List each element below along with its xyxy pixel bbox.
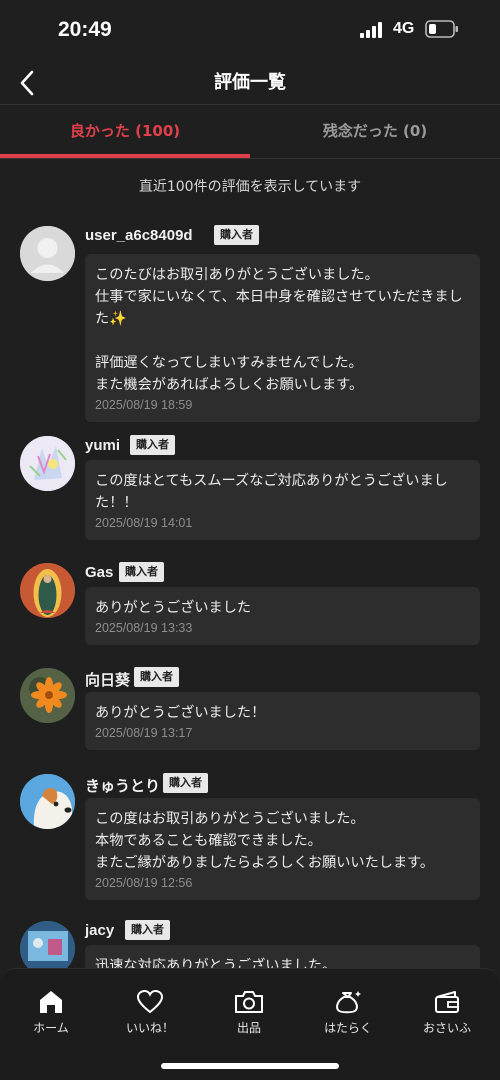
review-bubble: この度はとてもスムーズなご対応ありがとうございました！！ 2025/08/19 … — [85, 460, 480, 540]
status-bar: 20:49 4G — [0, 0, 500, 60]
nav-label: ホーム — [33, 1021, 69, 1035]
review-text: この度はお取引ありがとうございました。 本物であることも確認できました。 またご… — [95, 811, 435, 871]
avatar[interactable] — [20, 774, 75, 829]
nav-label: いいね！ — [125, 1021, 174, 1035]
reviewer-name[interactable]: きゅうとり — [85, 775, 160, 796]
review-bubble: ありがとうございました！ 2025/08/19 13:17 — [85, 692, 480, 750]
tab-bad[interactable]: 残念だった (0) — [250, 105, 500, 158]
default-avatar-icon — [20, 226, 75, 281]
network-type: 4G — [393, 20, 415, 37]
review-date: 2025/08/19 18:59 — [95, 398, 193, 412]
nav-item-wallet[interactable]: おさいふ — [397, 989, 497, 1036]
review-text: ありがとうございました — [95, 600, 252, 616]
notice-text: 直近100件の評価を表示しています — [138, 179, 362, 195]
review-text: この度はとてもスムーズなご対応ありがとうございました！！ — [95, 473, 448, 511]
nav-item-work[interactable]: はたらく — [298, 989, 398, 1036]
user-photo-icon — [20, 774, 75, 829]
avatar[interactable] — [20, 563, 75, 618]
heart-icon — [136, 989, 164, 1014]
avatar[interactable] — [20, 436, 75, 491]
review-bubble: このたびはお取引ありがとうございました。 仕事で家にいなくて、本日中身を確認させ… — [85, 254, 480, 422]
review-text: このたびはお取引ありがとうございました。 仕事で家にいなくて、本日中身を確認させ… — [95, 267, 463, 393]
reviewer-name[interactable]: jacy — [85, 922, 114, 939]
buyer-badge: 購入者 — [130, 435, 175, 455]
review-bubble: ありがとうございました 2025/08/19 13:33 — [85, 587, 480, 645]
buyer-badge: 購入者 — [214, 225, 259, 245]
user-photo-icon — [20, 563, 75, 618]
reviewer-name[interactable]: user_a6c8409d — [85, 227, 193, 244]
status-time: 20:49 — [58, 18, 112, 41]
rating-tabs: 良かった (100) 残念だった (0) — [0, 105, 500, 158]
user-photo-icon — [20, 436, 75, 491]
buyer-badge: 購入者 — [134, 667, 179, 687]
nav-item-sell[interactable]: 出品 — [199, 989, 299, 1036]
nav-item-likes[interactable]: いいね！ — [100, 989, 200, 1036]
nav-label: おさいふ — [422, 1021, 471, 1035]
review-text: ありがとうございました！ — [95, 705, 266, 721]
reviewer-name[interactable]: yumi — [85, 437, 120, 454]
wallet-icon — [435, 991, 459, 1013]
buyer-badge: 購入者 — [163, 773, 208, 793]
tab-good[interactable]: 良かった (100) — [0, 105, 250, 158]
review-date: 2025/08/19 14:01 — [95, 516, 193, 530]
camera-icon — [235, 991, 263, 1013]
buyer-badge: 購入者 — [119, 562, 164, 582]
review-bubble: この度はお取引ありがとうございました。 本物であることも確認できました。 またご… — [85, 798, 480, 900]
nav-label: 出品 — [236, 1021, 261, 1035]
nav-label: はたらく — [324, 1021, 372, 1035]
avatar[interactable] — [20, 226, 75, 281]
signal-icon — [360, 22, 384, 38]
nav-item-home[interactable]: ホーム — [1, 989, 101, 1036]
home-icon — [40, 991, 62, 1013]
nav-bar: 評価一覧 — [0, 60, 500, 104]
home-indicator — [161, 1063, 339, 1069]
review-date: 2025/08/19 13:33 — [95, 621, 193, 635]
review-date: 2025/08/19 12:56 — [95, 876, 193, 890]
reviewer-name[interactable]: Gas — [85, 564, 113, 581]
buyer-badge: 購入者 — [125, 920, 170, 940]
avatar[interactable] — [20, 668, 75, 723]
user-photo-icon — [20, 668, 75, 723]
reviewer-name[interactable]: 向日葵 — [85, 669, 130, 690]
tab-divider — [0, 158, 500, 159]
money-bag-icon — [336, 991, 361, 1014]
battery-icon — [425, 20, 458, 38]
page-title: 評価一覧 — [214, 72, 286, 93]
review-date: 2025/08/19 13:17 — [95, 726, 193, 740]
